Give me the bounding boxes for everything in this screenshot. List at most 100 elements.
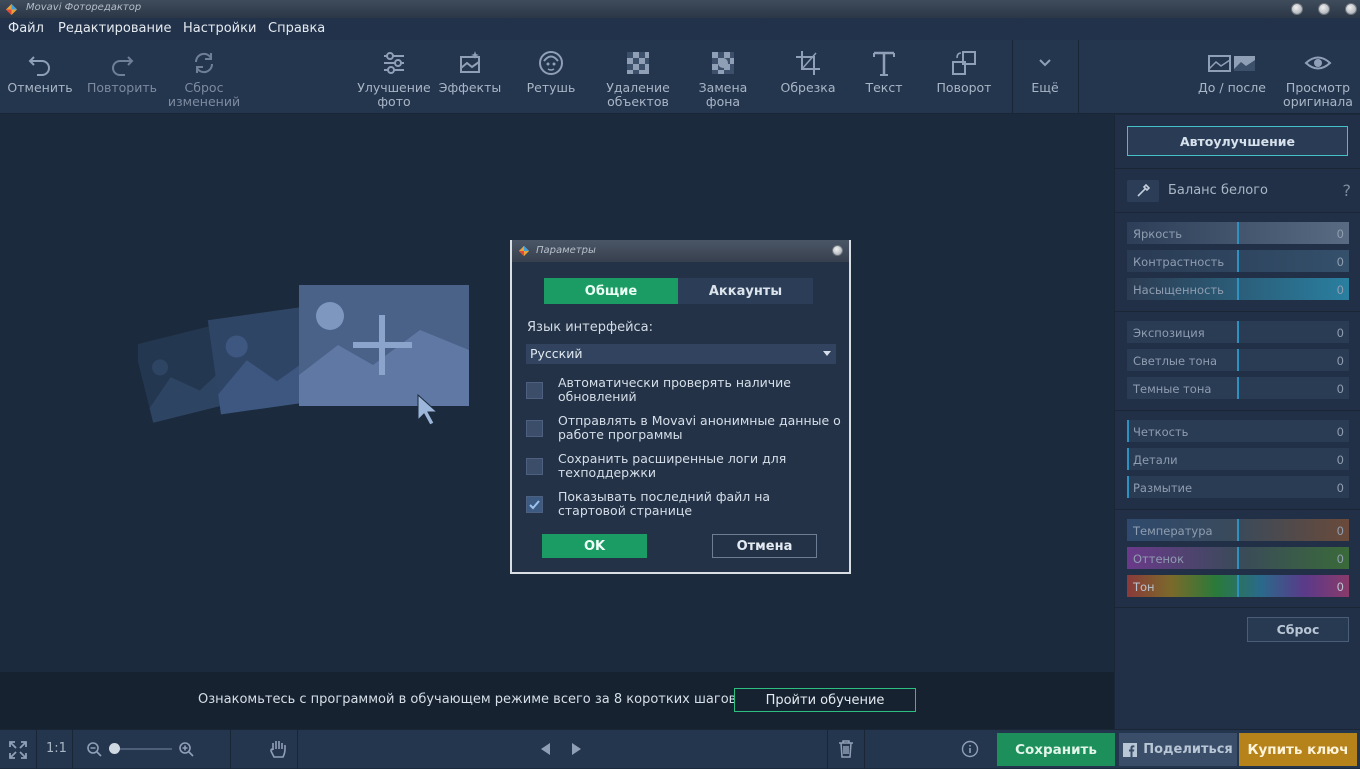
info-icon[interactable] [961,740,979,758]
replace-background-button[interactable]: Замена фона [686,40,760,114]
highlights-value: 0 [1336,354,1344,368]
language-select[interactable]: Русский [526,344,836,364]
window-title: Movavi Фоторедактор [26,2,142,13]
shadows-value: 0 [1336,382,1344,396]
brightness-slider[interactable]: Яркость 0 [1127,222,1349,244]
slider-handle[interactable] [1237,377,1239,399]
preview-original-button[interactable]: Просмотр оригинала [1280,40,1356,114]
more-button[interactable]: Ещё [1012,40,1078,114]
zoom-in-icon[interactable] [178,741,194,757]
slider-handle[interactable] [1237,547,1239,569]
menu-edit[interactable]: Редактирование [58,21,171,36]
eye-icon [1304,56,1332,70]
highlights-slider[interactable]: Светлые тона 0 [1127,349,1349,371]
tint-slider[interactable]: Оттенок 0 [1127,547,1349,569]
enhance-photo-button[interactable]: Улучшение фото [354,40,434,114]
reset-button[interactable]: Сброс [1247,617,1349,642]
share-button[interactable]: Поделиться [1119,733,1237,766]
anonymous-data-checkbox[interactable] [526,420,543,437]
slider-handle[interactable] [1237,222,1239,244]
redo-label: Повторить [86,80,158,95]
extended-logs-checkbox[interactable] [526,458,543,475]
details-label: Детали [1133,453,1178,467]
details-slider[interactable]: Детали 0 [1127,448,1349,470]
ok-button[interactable]: OK [542,534,647,558]
hue-value: 0 [1336,580,1344,594]
tutorial-bar: Ознакомьтесь с программой в обучающем ре… [0,672,1114,729]
remove-objects-button[interactable]: Удаление объектов [598,40,678,114]
slider-handle[interactable] [1237,519,1239,541]
zoom-1to1-button[interactable]: 1:1 [46,741,67,756]
option-auto-update[interactable]: Автоматически проверять наличие обновлени… [526,376,842,408]
details-value: 0 [1336,453,1344,467]
crop-button[interactable]: Обрезка [772,40,844,114]
eyedropper-icon [1137,183,1151,197]
auto-update-label: Автоматически проверять наличие обновлени… [558,376,844,404]
hue-slider[interactable]: Тон 0 [1127,575,1349,597]
cancel-button[interactable]: Отмена [712,534,817,558]
menu-file[interactable]: Файл [8,21,44,36]
dialog-close-button[interactable] [832,245,843,256]
slider-handle[interactable] [1237,349,1239,371]
tab-accounts[interactable]: Аккаунты [678,278,813,304]
minimize-button[interactable] [1291,3,1303,15]
effects-button[interactable]: Эффекты [434,40,506,114]
option-extended-logs[interactable]: Сохранить расширенные логи для техподдерж… [526,452,842,484]
saturation-value: 0 [1336,283,1344,297]
slider-handle[interactable] [1127,420,1129,442]
saturation-slider[interactable]: Насыщенность 0 [1127,278,1349,300]
extended-logs-label: Сохранить расширенные логи для техподдерж… [558,452,844,480]
open-photo-illustration[interactable] [138,285,478,435]
blur-slider[interactable]: Размытие 0 [1127,476,1349,498]
text-label: Текст [865,80,903,95]
menu-settings[interactable]: Настройки [183,21,256,36]
exposure-value: 0 [1336,326,1344,340]
text-button[interactable]: Текст [850,40,918,114]
slider-handle[interactable] [1237,278,1239,300]
face-icon [539,51,563,75]
clarity-slider[interactable]: Четкость 0 [1127,420,1349,442]
zoom-slider-handle[interactable] [109,743,120,754]
temperature-slider[interactable]: Температура 0 [1127,519,1349,541]
facebook-icon [1123,742,1138,757]
rotate-button[interactable]: Поворот [926,40,1002,114]
zoom-out-icon[interactable] [86,741,102,757]
slider-handle[interactable] [1127,448,1129,470]
slider-handle[interactable] [1237,321,1239,343]
retouch-label: Ретушь [526,80,576,95]
slider-handle[interactable] [1237,250,1239,272]
title-bar: Movavi Фоторедактор [0,0,1360,18]
effects-icon [460,51,480,73]
close-button[interactable] [1345,3,1357,15]
trash-icon[interactable] [837,739,855,759]
buy-key-button[interactable]: Купить ключ [1239,733,1357,766]
tab-general[interactable]: Общие [544,278,678,304]
eyedropper-button[interactable] [1127,180,1159,202]
save-button[interactable]: Сохранить [997,733,1115,766]
help-icon[interactable]: ? [1343,181,1352,200]
reset-changes-button[interactable]: Сброс изменений [166,40,242,114]
option-show-last-file[interactable]: Показывать последний файл на стартовой ст… [526,490,842,522]
maximize-button[interactable] [1318,3,1330,15]
shadows-slider[interactable]: Темные тона 0 [1127,377,1349,399]
auto-update-checkbox[interactable] [526,382,543,399]
auto-enhance-button[interactable]: Автоулучшение [1127,126,1348,156]
contrast-slider[interactable]: Контрастность 0 [1127,250,1349,272]
start-tutorial-button[interactable]: Пройти обучение [734,688,916,712]
previous-icon[interactable] [538,741,552,757]
before-after-button[interactable]: До / после [1192,40,1272,114]
redo-button[interactable]: Повторить [84,40,160,114]
next-icon[interactable] [570,741,584,757]
hand-tool-icon[interactable] [268,738,288,760]
slider-handle[interactable] [1127,476,1129,498]
undo-button[interactable]: Отменить [4,40,76,114]
menu-help[interactable]: Справка [268,21,325,36]
panel-divider [1115,509,1360,510]
slider-handle[interactable] [1237,575,1239,597]
fit-screen-icon[interactable] [8,740,28,760]
retouch-button[interactable]: Ретушь [514,40,588,114]
rotate-icon [952,51,976,75]
option-anonymous-data[interactable]: Отправлять в Movavi анонимные данные о ра… [526,414,842,446]
show-last-file-checkbox[interactable] [526,496,543,513]
exposure-slider[interactable]: Экспозиция 0 [1127,321,1349,343]
